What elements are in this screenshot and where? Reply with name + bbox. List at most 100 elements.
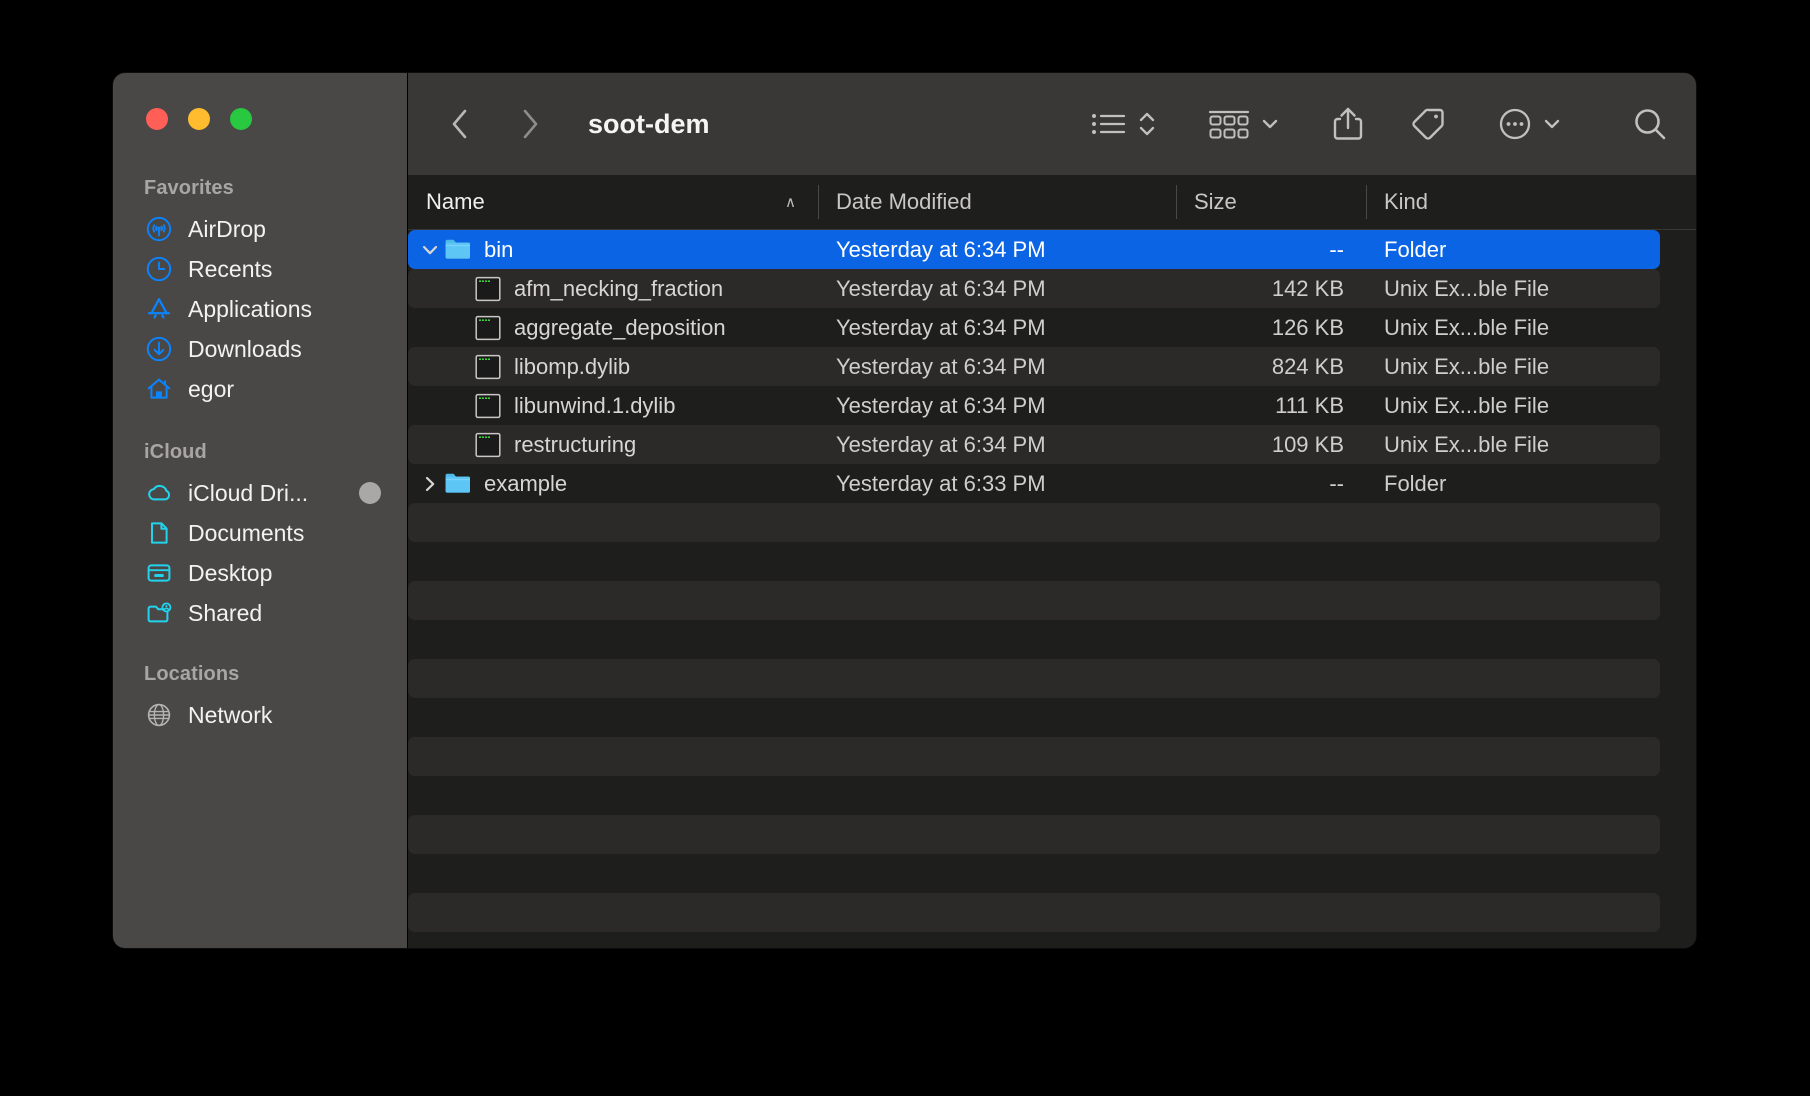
sidebar-item-recents[interactable]: Recents <box>113 249 407 289</box>
disclosure-collapsed-icon[interactable] <box>416 474 444 494</box>
shared-folder-icon <box>146 600 172 626</box>
folder-icon <box>445 473 470 493</box>
cell-size: 126 KB <box>1271 314 1344 340</box>
empty-row[interactable] <box>408 893 1660 932</box>
applications-icon <box>147 298 171 319</box>
sidebar-item-desktop[interactable]: Desktop <box>113 553 407 593</box>
empty-row[interactable] <box>408 581 1660 620</box>
group-by-button[interactable] <box>1208 101 1280 147</box>
sort-order-button[interactable] <box>1138 109 1156 139</box>
unix-executable-icon <box>475 354 501 379</box>
empty-row[interactable] <box>408 932 1660 948</box>
clock-icon <box>146 256 172 282</box>
cell-date: Yesterday at 6:34 PM <box>836 314 1046 340</box>
table-row[interactable]: example Yesterday at 6:33 PM -- Folder <box>408 464 1660 503</box>
zoom-button[interactable] <box>230 108 252 130</box>
column-divider[interactable] <box>818 185 819 219</box>
sidebar-item-network[interactable]: Network <box>113 695 407 735</box>
share-icon <box>1333 107 1363 140</box>
column-header-size[interactable]: Size <box>1176 175 1366 229</box>
disclosure-expanded-icon[interactable] <box>416 240 444 260</box>
sidebar-item-applications[interactable]: Applications <box>113 289 407 329</box>
table-row[interactable]: aggregate_deposition Yesterday at 6:34 PM… <box>408 308 1660 347</box>
column-header-label: Name <box>426 189 485 214</box>
empty-row[interactable] <box>408 776 1660 815</box>
empty-row[interactable] <box>408 737 1660 776</box>
minimize-button[interactable] <box>188 108 210 130</box>
sidebar-item-shared[interactable]: Shared <box>113 593 407 633</box>
column-header-name[interactable]: Name ∧ <box>408 175 818 229</box>
sidebar-item-label: Shared <box>188 599 263 626</box>
empty-row[interactable] <box>408 542 1660 581</box>
cell-size: -- <box>1329 470 1344 496</box>
file-list[interactable]: bin Yesterday at 6:34 PM -- Folder afm_neck… <box>408 230 1696 948</box>
tag-button[interactable] <box>1410 101 1446 147</box>
list-view-button[interactable] <box>1090 101 1156 147</box>
table-row[interactable]: libomp.dylib Yesterday at 6:34 PM 824 KB Un… <box>408 347 1660 386</box>
up-down-chevron-icon <box>1139 112 1155 136</box>
cell-name: bin <box>408 236 818 264</box>
cell-name: libomp.dylib <box>408 353 818 381</box>
cell-kind: Unix Ex...ble File <box>1384 431 1550 457</box>
column-divider[interactable] <box>1366 185 1367 219</box>
cell-name: example <box>408 470 818 498</box>
clock-icon <box>146 256 172 282</box>
empty-row[interactable] <box>408 698 1660 737</box>
sidebar-item-label: AirDrop <box>188 215 266 242</box>
search-button[interactable] <box>1632 101 1668 147</box>
document-icon <box>146 520 172 546</box>
cell-name: restructuring <box>408 431 818 459</box>
table-row[interactable]: restructuring Yesterday at 6:34 PM 109 KB U… <box>408 425 1660 464</box>
list-view-icon <box>1092 114 1126 134</box>
page-title: soot-dem <box>588 108 710 139</box>
cell-name: libunwind.1.dylib <box>408 392 818 420</box>
empty-row[interactable] <box>408 620 1660 659</box>
sidebar-item-egor[interactable]: egor <box>113 369 407 409</box>
toolbar: soot-dem <box>408 73 1696 175</box>
sidebar-item-downloads[interactable]: Downloads <box>113 329 407 369</box>
empty-row[interactable] <box>408 854 1660 893</box>
cell-size: 111 KB <box>1275 392 1344 418</box>
sidebar-item-label: Downloads <box>188 335 302 362</box>
unix-executable-icon <box>474 353 502 381</box>
group-by-dropdown[interactable] <box>1260 114 1280 134</box>
sidebar-item-documents[interactable]: Documents <box>113 513 407 553</box>
back-button[interactable] <box>438 102 482 146</box>
file-name: bin <box>484 236 514 262</box>
table-row[interactable]: afm_necking_fraction Yesterday at 6:34 PM… <box>408 269 1660 308</box>
ellipsis-circle-icon <box>1499 108 1531 140</box>
sidebar-section-locations: Locations Network <box>113 661 407 735</box>
forward-button[interactable] <box>508 102 552 146</box>
file-name: example <box>484 470 568 496</box>
empty-row[interactable] <box>408 503 1660 542</box>
folder-icon <box>444 470 472 498</box>
sidebar-sections: Favorites AirDrop Recents Applications D… <box>113 73 407 735</box>
unix-executable-icon <box>474 392 502 420</box>
sort-ascending-icon: ∧ <box>785 194 796 211</box>
folder-icon <box>444 236 472 264</box>
sidebar-item-label: Recents <box>188 255 273 282</box>
close-button[interactable] <box>146 108 168 130</box>
empty-row[interactable] <box>408 659 1660 698</box>
airdrop-icon <box>146 216 172 242</box>
downloads-icon <box>146 336 172 362</box>
unix-executable-icon <box>474 275 502 303</box>
column-header-kind[interactable]: Kind <box>1366 175 1626 229</box>
cell-name: aggregate_deposition <box>408 314 818 342</box>
sidebar-item-icloud-dri[interactable]: iCloud Dri... <box>113 473 407 513</box>
more-actions-button[interactable] <box>1498 101 1562 147</box>
shared-folder-icon <box>147 602 172 623</box>
column-header-date[interactable]: Date Modified <box>818 175 1176 229</box>
file-name: afm_necking_fraction <box>514 275 724 301</box>
column-header-label: Size <box>1194 189 1237 214</box>
more-actions-dropdown[interactable] <box>1542 114 1562 134</box>
column-headers: Name ∧ Date Modified Size Kind <box>408 175 1696 230</box>
cell-kind: Folder <box>1384 470 1447 496</box>
share-button[interactable] <box>1332 101 1364 147</box>
table-row[interactable]: libunwind.1.dylib Yesterday at 6:34 PM 111… <box>408 386 1660 425</box>
table-row[interactable]: bin Yesterday at 6:34 PM -- Folder <box>408 230 1660 269</box>
column-divider[interactable] <box>1176 185 1177 219</box>
cell-size: 824 KB <box>1271 353 1344 379</box>
sidebar-item-airdrop[interactable]: AirDrop <box>113 209 407 249</box>
empty-row[interactable] <box>408 815 1660 854</box>
